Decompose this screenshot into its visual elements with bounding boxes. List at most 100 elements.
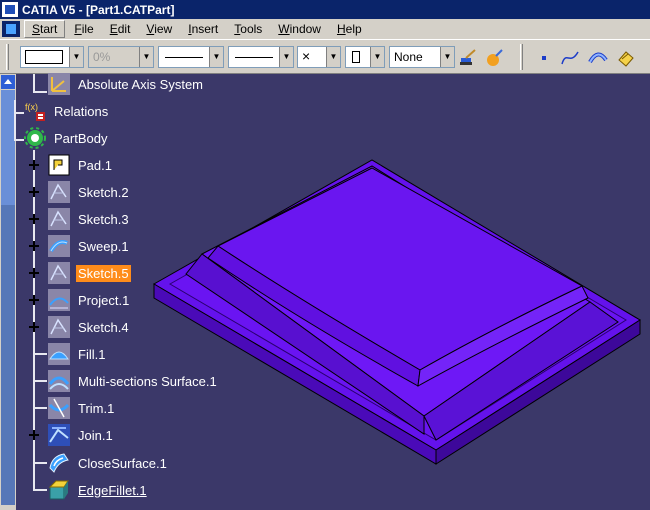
tree-connector: [33, 74, 35, 92]
layer-select[interactable]: ▼: [345, 46, 385, 68]
point-icon[interactable]: [534, 48, 554, 68]
line-type-select[interactable]: ▼: [228, 46, 294, 68]
expand-plus-icon[interactable]: [28, 294, 39, 305]
transparency-select[interactable]: 0% ▼: [88, 46, 154, 68]
menu-start[interactable]: Start: [24, 20, 66, 38]
color-swatch: [25, 50, 63, 64]
menu-edit[interactable]: Edit: [103, 21, 138, 37]
tree-item-sketch-2[interactable]: Sketch.2: [48, 181, 131, 203]
tree-item-sweep[interactable]: Sweep.1: [48, 235, 131, 257]
transparency-value: 0%: [93, 50, 111, 64]
expand-plus-icon[interactable]: [28, 429, 39, 440]
layer-icon: [352, 51, 360, 63]
toolbar-grip[interactable]: [6, 44, 9, 70]
tree-item-label: Project.1: [78, 292, 130, 308]
pad-icon: [48, 154, 70, 176]
chevron-down-icon[interactable]: ▼: [279, 47, 293, 67]
tree-item-label: Relations: [54, 103, 109, 119]
tree-connector: [33, 380, 47, 382]
render-style-value: None: [394, 50, 423, 64]
tree-connector: [33, 91, 47, 93]
graphic-properties-toolbar: ▼ 0% ▼ ▼ ▼ × ▼ ▼ None ▼: [0, 39, 650, 74]
tree-item-label: Absolute Axis System: [78, 76, 203, 92]
point-symbol-select[interactable]: × ▼: [297, 46, 341, 68]
expand-plus-icon[interactable]: [28, 240, 39, 251]
tree-item-label: Sketch.4: [78, 319, 129, 335]
menu-window[interactable]: Window: [271, 21, 328, 37]
tree-item-relations[interactable]: f(x) Relations: [24, 100, 110, 122]
tree-connector: [14, 139, 24, 141]
scroll-track[interactable]: [1, 205, 15, 505]
partbody-gear-icon: [24, 127, 46, 149]
tree-item-trim[interactable]: Trim.1: [48, 397, 116, 419]
tree-item-label: Sweep.1: [78, 238, 129, 254]
menu-view[interactable]: View: [139, 21, 179, 37]
expand-plus-icon[interactable]: [28, 213, 39, 224]
spline-icon[interactable]: [560, 48, 580, 68]
tree-item-label: Sketch.3: [78, 211, 129, 227]
tree-connector: [33, 462, 47, 464]
relations-icon: f(x): [24, 100, 46, 122]
line-type-sample: [235, 57, 273, 58]
chevron-down-icon[interactable]: ▼: [326, 47, 340, 67]
document-menu-icon[interactable]: [2, 21, 20, 37]
tree-connector: [33, 353, 47, 355]
expand-plus-icon[interactable]: [28, 321, 39, 332]
fill-color-select[interactable]: ▼: [20, 46, 84, 68]
tree-item-sketch-5[interactable]: Sketch.5: [48, 262, 131, 284]
chevron-down-icon[interactable]: ▼: [69, 47, 83, 67]
expand-plus-icon[interactable]: [28, 186, 39, 197]
tree-connector: [14, 100, 16, 140]
3d-part-model[interactable]: [150, 150, 650, 510]
tree-item-partbody[interactable]: PartBody: [24, 127, 109, 149]
sweep-icon: [48, 235, 70, 257]
toolbar-grip[interactable]: [520, 44, 523, 70]
catia-app-icon: [2, 2, 18, 17]
tree-item-fill[interactable]: Fill.1: [48, 343, 107, 365]
sketch-icon: [48, 316, 70, 338]
tree-item-sketch-4[interactable]: Sketch.4: [48, 316, 131, 338]
tree-item-label: Join.1: [78, 427, 113, 443]
tree-item-sketch-3[interactable]: Sketch.3: [48, 208, 131, 230]
render-style-select[interactable]: None ▼: [389, 46, 455, 68]
measure-icon[interactable]: [616, 48, 636, 68]
sketch-icon: [48, 262, 70, 284]
tree-item-edge-fillet[interactable]: EdgeFillet.1: [48, 479, 149, 501]
menu-help[interactable]: Help: [330, 21, 369, 37]
join-icon: [48, 424, 70, 446]
tree-item-project[interactable]: Project.1: [48, 289, 131, 311]
expand-plus-icon[interactable]: [28, 267, 39, 278]
chevron-down-icon[interactable]: ▼: [370, 47, 384, 67]
menu-file[interactable]: File: [67, 21, 100, 37]
tree-item-join[interactable]: Join.1: [48, 424, 115, 446]
tree-item-pad[interactable]: Pad.1: [48, 154, 114, 176]
scroll-thumb[interactable]: [1, 90, 15, 205]
scroll-up-icon[interactable]: [1, 75, 15, 89]
tree-item-label: Pad.1: [78, 157, 112, 173]
project-icon: [48, 289, 70, 311]
tree-item-label: PartBody: [54, 130, 108, 146]
point-symbol-value: ×: [302, 48, 311, 64]
edge-fillet-icon: [48, 479, 70, 501]
tree-item-label: Trim.1: [78, 400, 115, 416]
tree-connector: [33, 489, 47, 491]
chevron-down-icon[interactable]: ▼: [440, 47, 454, 67]
expand-plus-icon[interactable]: [28, 159, 39, 170]
sketch-icon: [48, 208, 70, 230]
material-icon[interactable]: [484, 48, 504, 68]
menu-tools[interactable]: Tools: [227, 21, 269, 37]
axis-system-icon: [48, 73, 70, 95]
fill-icon: [48, 343, 70, 365]
tree-item-absolute-axis-system[interactable]: Absolute Axis System: [48, 73, 205, 95]
chevron-down-icon[interactable]: ▼: [209, 47, 223, 67]
painter-brush-icon[interactable]: [458, 48, 478, 68]
menu-insert[interactable]: Insert: [181, 21, 225, 37]
surface-extrude-icon[interactable]: [588, 48, 608, 68]
line-thickness-select[interactable]: ▼: [158, 46, 224, 68]
menu-bar: Start File Edit View Insert Tools Window…: [0, 19, 650, 39]
line-thickness-sample: [165, 57, 203, 58]
window-title: CATIA V5 - [Part1.CATPart]: [22, 2, 175, 17]
chevron-down-icon[interactable]: ▼: [139, 47, 153, 67]
tree-item-label: Sketch.2: [78, 184, 129, 200]
multisection-surface-icon: [48, 370, 70, 392]
